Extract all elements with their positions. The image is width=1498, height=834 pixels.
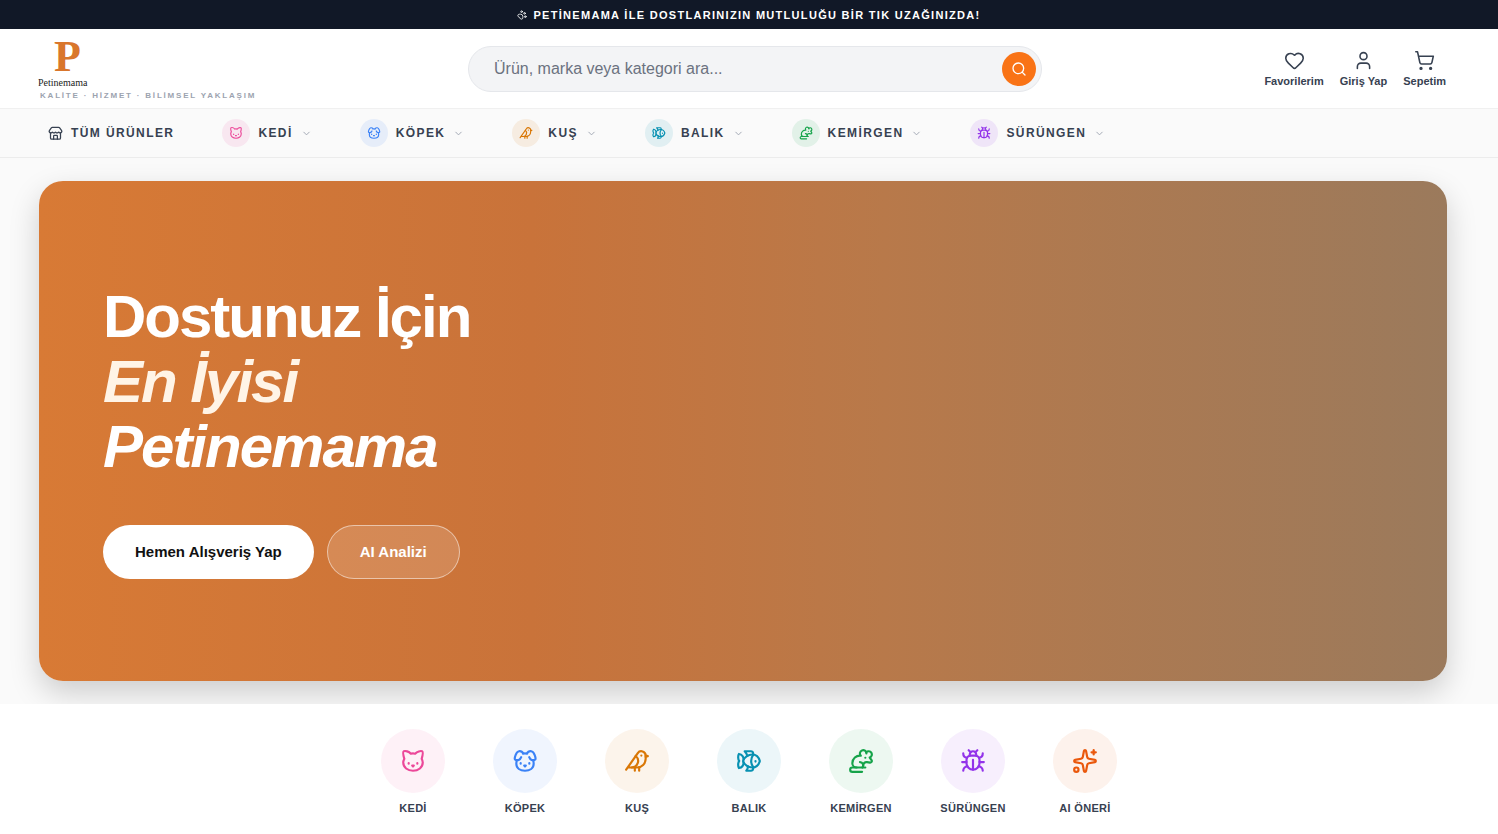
category-icon xyxy=(1072,748,1098,774)
nav-badge xyxy=(512,119,540,147)
action-icon xyxy=(1353,50,1374,71)
search-placeholder: Ürün, marka veya kategori ara... xyxy=(494,60,723,78)
category-circle xyxy=(381,729,445,793)
animal-icon xyxy=(367,126,381,140)
category-label: KUŞ xyxy=(625,802,649,814)
nav-item[interactable]: SÜRÜNGEN xyxy=(970,119,1105,147)
nav-item[interactable]: BALIK xyxy=(645,119,744,147)
category-icon xyxy=(512,748,538,774)
store-icon xyxy=(48,126,63,141)
logo-letter: P xyxy=(54,37,468,77)
nav-badge xyxy=(222,119,250,147)
hero-button[interactable]: Hemen Alışveriş Yap xyxy=(103,525,314,579)
hero-banner: Dostunuz İçinEn İyisiPetinemama Hemen Alı… xyxy=(39,181,1447,681)
chevron-icon xyxy=(301,128,312,139)
category-item[interactable]: AI ÖNERİ xyxy=(1053,729,1117,814)
nav-badge xyxy=(645,119,673,147)
header-action[interactable]: Giriş Yap xyxy=(1340,50,1388,87)
search-icon xyxy=(1011,61,1027,77)
nav-all-products[interactable]: TÜM ÜRÜNLER xyxy=(48,126,174,141)
paw-icon xyxy=(517,10,527,20)
animal-icon xyxy=(977,126,991,140)
animal-icon xyxy=(652,126,666,140)
nav-item[interactable]: KEMİRGEN xyxy=(792,119,923,147)
category-nav: TÜM ÜRÜNLER KEDİ KÖPEK KUŞ BALIK KEMİRGEN SÜRÜ… xyxy=(0,109,1498,158)
logo-tagline: KALİTE · HİZMET · BİLİMSEL YAKLAŞIM xyxy=(40,91,468,100)
category-circle xyxy=(829,729,893,793)
hero-title: Dostunuz İçinEn İyisiPetinemama xyxy=(103,284,1383,479)
nav-item[interactable]: KEDİ xyxy=(222,119,311,147)
category-label: AI ÖNERİ xyxy=(1059,802,1110,814)
category-circle xyxy=(1053,729,1117,793)
category-icon xyxy=(960,748,986,774)
nav-badge xyxy=(792,119,820,147)
page: PETİNEMAMA İLE DOSTLARINIZIN MUTLULUĞU B… xyxy=(0,0,1498,834)
category-strip: KEDİ KÖPEK KUŞ BALIK KEMİRGEN SÜRÜNGEN AI ÖNER… xyxy=(0,704,1498,834)
category-item[interactable]: KUŞ xyxy=(605,729,669,814)
hero-button[interactable]: AI Analizi xyxy=(327,525,460,579)
category-icon xyxy=(736,748,762,774)
chevron-icon xyxy=(1094,128,1105,139)
category-circle xyxy=(941,729,1005,793)
category-item[interactable]: KÖPEK xyxy=(493,729,557,814)
header-action[interactable]: Sepetim xyxy=(1403,50,1446,87)
header-action[interactable]: Favorilerim xyxy=(1264,50,1323,87)
chevron-icon xyxy=(733,128,744,139)
category-label: KEMİRGEN xyxy=(830,802,892,814)
category-item[interactable]: BALIK xyxy=(717,729,781,814)
category-icon xyxy=(848,748,874,774)
category-label: KEDİ xyxy=(399,802,426,814)
category-label: SÜRÜNGEN xyxy=(940,802,1005,814)
category-label: KÖPEK xyxy=(505,802,546,814)
chevron-icon xyxy=(453,128,464,139)
header: PPetinemama KALİTE · HİZMET · BİLİMSEL YA… xyxy=(0,29,1498,109)
hero-line: Petinemama xyxy=(103,414,1383,479)
logo[interactable]: PPetinemama KALİTE · HİZMET · BİLİMSEL YA… xyxy=(38,37,468,100)
category-item[interactable]: KEMİRGEN xyxy=(829,729,893,814)
category-circle xyxy=(493,729,557,793)
chevron-icon xyxy=(586,128,597,139)
category-item[interactable]: KEDİ xyxy=(381,729,445,814)
category-circle xyxy=(605,729,669,793)
animal-icon xyxy=(229,126,243,140)
chevron-icon xyxy=(911,128,922,139)
search-button[interactable] xyxy=(1002,52,1036,86)
header-actions: Favorilerim Giriş Yap Sepetim xyxy=(1264,50,1446,87)
announcement-bar: PETİNEMAMA İLE DOSTLARINIZIN MUTLULUĞU B… xyxy=(0,0,1498,29)
hero-wrap: Dostunuz İçinEn İyisiPetinemama Hemen Alı… xyxy=(0,158,1498,704)
animal-icon xyxy=(519,126,533,140)
category-icon xyxy=(624,748,650,774)
category-icon xyxy=(400,748,426,774)
action-icon xyxy=(1284,50,1305,71)
category-item[interactable]: SÜRÜNGEN xyxy=(941,729,1005,814)
animal-icon xyxy=(799,126,813,140)
hero-line: En İyisi xyxy=(103,349,1383,414)
action-icon xyxy=(1414,50,1435,71)
hero-buttons: Hemen Alışveriş YapAI Analizi xyxy=(103,525,1383,579)
category-label: BALIK xyxy=(731,802,766,814)
announcement-text: PETİNEMAMA İLE DOSTLARINIZIN MUTLULUĞU B… xyxy=(533,9,980,21)
category-circle xyxy=(717,729,781,793)
nav-badge xyxy=(360,119,388,147)
logo-name: Petinemama xyxy=(38,77,468,89)
nav-badge xyxy=(970,119,998,147)
nav-item[interactable]: KÖPEK xyxy=(360,119,465,147)
nav-item[interactable]: KUŞ xyxy=(512,119,597,147)
search-field[interactable]: Ürün, marka veya kategori ara... xyxy=(468,46,1042,92)
